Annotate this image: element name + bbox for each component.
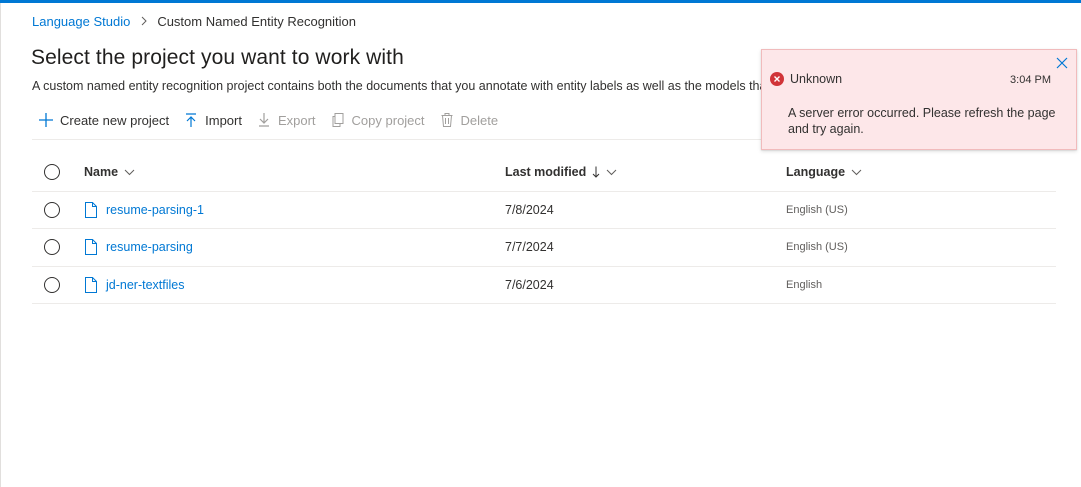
chevron-right-icon: [140, 16, 148, 26]
select-all-radio[interactable]: [44, 164, 60, 181]
copy-project-label: Copy project: [351, 112, 425, 128]
language-value: English (US): [786, 241, 848, 254]
column-header-last-modified[interactable]: Last modified: [505, 165, 617, 179]
delete-button[interactable]: Delete: [439, 112, 499, 128]
create-new-project-label: Create new project: [60, 112, 170, 128]
column-header-last-modified-label: Last modified: [505, 165, 587, 180]
top-accent-bar: [0, 0, 1081, 3]
breadcrumb-language-studio-link[interactable]: Language Studio: [32, 14, 130, 29]
toast-title: Unknown: [790, 72, 843, 86]
import-button[interactable]: Import: [183, 112, 242, 128]
breadcrumb-current: Custom Named Entity Recognition: [157, 13, 357, 29]
file-icon: [84, 276, 98, 293]
error-circle-icon: [770, 72, 784, 86]
project-name-link[interactable]: resume-parsing: [106, 240, 193, 254]
column-header-name[interactable]: Name: [84, 165, 135, 179]
page-title: Select the project you want to work with: [31, 46, 404, 69]
import-label: Import: [205, 112, 242, 128]
create-new-project-button[interactable]: Create new project: [38, 112, 169, 128]
copy-project-button[interactable]: Copy project: [330, 112, 425, 128]
project-name-link[interactable]: resume-parsing-1: [106, 203, 204, 217]
projects-table: Name Last modified Language resume-parsi…: [32, 154, 1056, 304]
table-header-row: Name Last modified Language: [32, 154, 1056, 192]
table-row[interactable]: resume-parsing-1 7/8/2024 English (US): [32, 192, 1056, 229]
toast-message: A server error occurred. Please refresh …: [788, 106, 1056, 136]
table-row[interactable]: jd-ner-textfiles 7/6/2024 English: [32, 267, 1056, 304]
plus-icon: [38, 112, 54, 128]
row-select-radio[interactable]: [44, 239, 60, 256]
command-bar: Create new project Import Export Copy pr…: [38, 110, 498, 130]
delete-label: Delete: [460, 112, 499, 128]
language-value: English (US): [786, 203, 848, 216]
last-modified-value: 7/8/2024: [505, 202, 554, 217]
language-value: English: [786, 278, 823, 291]
left-edge-divider: [0, 3, 1, 487]
close-icon[interactable]: [1055, 56, 1069, 70]
trash-icon: [439, 112, 455, 128]
table-row[interactable]: resume-parsing 7/7/2024 English (US): [32, 229, 1056, 267]
page-description: A custom named entity recognition projec…: [32, 79, 770, 93]
file-icon: [84, 239, 98, 256]
column-header-language[interactable]: Language: [786, 165, 862, 179]
upload-icon: [183, 112, 199, 128]
column-header-language-label: Language: [786, 165, 846, 180]
last-modified-value: 7/6/2024: [505, 277, 554, 292]
toast-time: 3:04 PM: [1010, 74, 1051, 86]
file-icon: [84, 201, 98, 218]
breadcrumb: Language Studio Custom Named Entity Reco…: [32, 12, 356, 30]
chevron-down-icon: [606, 169, 617, 176]
row-select-radio[interactable]: [44, 201, 60, 218]
project-name-link[interactable]: jd-ner-textfiles: [106, 278, 185, 292]
column-header-name-label: Name: [84, 165, 119, 180]
download-icon: [256, 112, 272, 128]
row-select-radio[interactable]: [44, 276, 60, 293]
export-button[interactable]: Export: [256, 112, 316, 128]
error-toast: Unknown 3:04 PM A server error occurred.…: [761, 49, 1077, 150]
chevron-down-icon: [851, 169, 862, 176]
last-modified-value: 7/7/2024: [505, 240, 554, 255]
sort-arrow-down-icon: [592, 166, 600, 178]
copy-icon: [330, 112, 346, 128]
chevron-down-icon: [124, 169, 135, 176]
export-label: Export: [277, 112, 316, 128]
